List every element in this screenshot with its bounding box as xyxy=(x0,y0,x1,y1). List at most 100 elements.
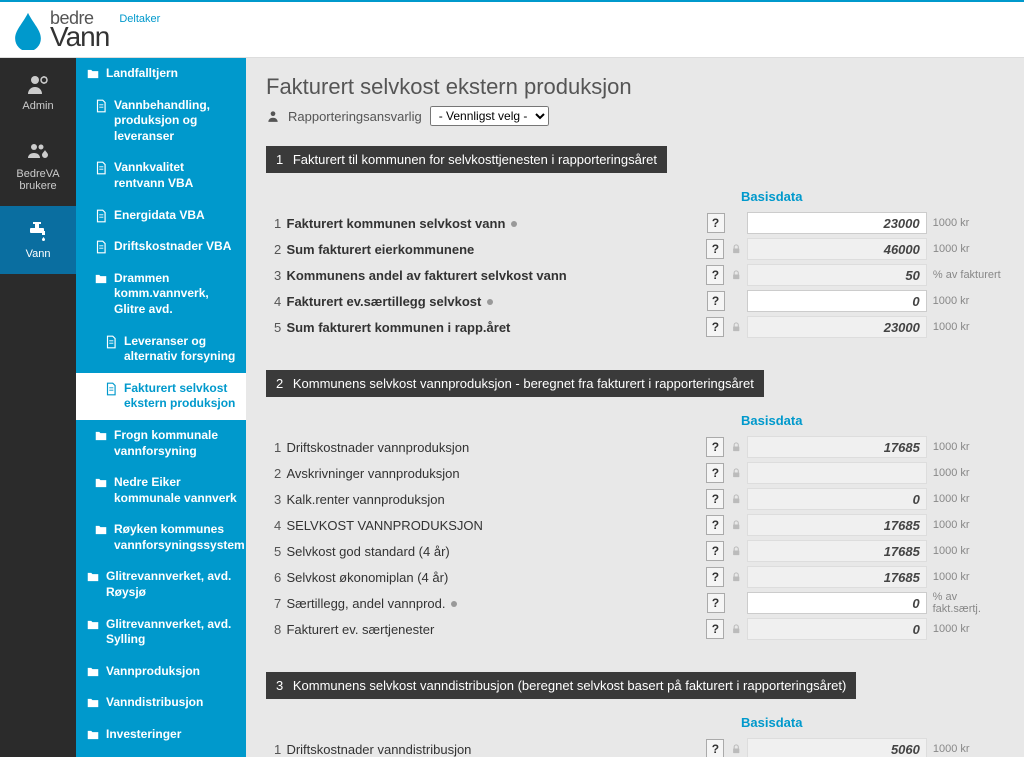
row-number: 4 xyxy=(274,294,287,309)
value-cell[interactable]: 23000 xyxy=(747,212,927,234)
tree-landfalltjern[interactable]: Landfalltjern xyxy=(76,58,246,90)
tree-frogn[interactable]: Frogn kommunale vannforsyning xyxy=(76,420,246,467)
help-button[interactable]: ? xyxy=(706,463,724,483)
row-label: Selvkost god standard (4 år) xyxy=(286,544,636,559)
help-button[interactable]: ? xyxy=(706,515,724,535)
data-row: 3Kommunens andel av fakturert selvkost v… xyxy=(274,262,1004,288)
row-number: 5 xyxy=(274,320,286,335)
value-cell: 5060 xyxy=(747,738,927,757)
value-cell[interactable]: 0 xyxy=(747,592,927,614)
section-3-header: 3 Kommunens selvkost vanndistribusjon (b… xyxy=(266,672,856,699)
row-label: Fakturert kommunen selvkost vann xyxy=(287,216,637,231)
help-button[interactable]: ? xyxy=(707,213,725,233)
unit-label: 1000 kr xyxy=(933,571,1004,583)
tree-vannbehandling[interactable]: Vannbehandling, produksjon og leveranser xyxy=(76,90,246,153)
help-button[interactable]: ? xyxy=(706,265,724,285)
help-button[interactable]: ? xyxy=(706,739,724,757)
unit-label: 1000 kr xyxy=(933,545,1004,557)
help-button[interactable]: ? xyxy=(706,541,724,561)
lock-icon xyxy=(730,570,742,584)
tree-okonomi[interactable]: Økonomi Selskapet xyxy=(76,751,246,757)
tree-vannkvalitet[interactable]: Vannkvalitet rentvann VBA xyxy=(76,152,246,199)
lock-icon xyxy=(730,492,742,506)
app-header: bedre Vann Deltaker xyxy=(0,2,1024,58)
tree-investeringer[interactable]: Investeringer xyxy=(76,719,246,751)
help-button[interactable]: ? xyxy=(707,593,725,613)
unit-label: 1000 kr xyxy=(933,743,1004,755)
tree-leveranser[interactable]: Leveranser og alternativ forsyning xyxy=(76,326,246,373)
value-cell[interactable]: 0 xyxy=(747,290,927,312)
nav-admin[interactable]: Admin xyxy=(0,58,76,126)
row-label: Sum fakturert kommunen i rapp.året xyxy=(286,320,636,335)
lock-icon xyxy=(730,440,742,454)
help-button[interactable]: ? xyxy=(706,489,724,509)
section-3: 3 Kommunens selvkost vanndistribusjon (b… xyxy=(266,672,1004,757)
basisdata-label: Basisdata xyxy=(741,715,1004,730)
water-drop-icon xyxy=(10,10,46,50)
help-button[interactable]: ? xyxy=(706,619,724,639)
lock-icon xyxy=(730,742,742,756)
tree-fakturert[interactable]: Fakturert selvkost ekstern produksjon xyxy=(76,373,246,420)
value-cell: 50 xyxy=(747,264,927,286)
data-row: 2Avskrivninger vannproduksjon? 1000 kr xyxy=(274,460,1004,486)
value-cell xyxy=(747,462,927,484)
nav-vann-label: Vann xyxy=(26,248,51,260)
row-number: 2 xyxy=(274,466,286,481)
unit-label: 1000 kr xyxy=(933,295,1004,307)
section-1-header: 1 Fakturert til kommunen for selvkosttje… xyxy=(266,146,667,173)
unit-label: 1000 kr xyxy=(933,467,1004,479)
data-row: 8Fakturert ev. særtjenester?01000 kr xyxy=(274,616,1004,642)
tree-glitre-sylling[interactable]: Glitrevannverket, avd. Sylling xyxy=(76,609,246,656)
unit-label: 1000 kr xyxy=(933,321,1004,333)
lock-icon xyxy=(730,466,742,480)
row-number: 8 xyxy=(274,622,286,637)
value-cell: 46000 xyxy=(747,238,927,260)
unit-label: 1000 kr xyxy=(933,623,1004,635)
section-1: 1 Fakturert til kommunen for selvkosttje… xyxy=(266,146,1004,340)
row-label: Kalk.renter vannproduksjon xyxy=(286,492,636,507)
row-number: 6 xyxy=(274,570,286,585)
tree-vannproduksjon[interactable]: Vannproduksjon xyxy=(76,656,246,688)
data-row: 2Sum fakturert eierkommunene?460001000 k… xyxy=(274,236,1004,262)
info-icon[interactable] xyxy=(451,601,457,607)
info-icon[interactable] xyxy=(511,221,517,227)
section-2: 2 Kommunens selvkost vannproduksjon - be… xyxy=(266,370,1004,642)
tree-glitre-roysjo[interactable]: Glitrevannverket, avd. Røysjø xyxy=(76,561,246,608)
help-button[interactable]: ? xyxy=(706,239,724,259)
row-label: Driftskostnader vannproduksjon xyxy=(286,440,636,455)
tree-nedre-eiker[interactable]: Nedre Eiker kommunale vannverk xyxy=(76,467,246,514)
help-button[interactable]: ? xyxy=(706,437,724,457)
row-number: 1 xyxy=(274,216,287,231)
nav-bedreva-brukere[interactable]: BedreVA brukere xyxy=(0,126,76,206)
data-row: 1Driftskostnader vannproduksjon?17685100… xyxy=(274,434,1004,460)
row-number: 2 xyxy=(274,242,286,257)
page-title: Fakturert selvkost ekstern produksjon xyxy=(266,74,1004,100)
sidebar-tree[interactable]: Landfalltjern Vannbehandling, produksjon… xyxy=(76,58,246,757)
tree-driftskostnader[interactable]: Driftskostnader VBA xyxy=(76,231,246,263)
info-icon[interactable] xyxy=(487,299,493,305)
row-number: 1 xyxy=(274,742,286,757)
help-button[interactable]: ? xyxy=(707,291,725,311)
unit-label: % av fakt.særtj. xyxy=(933,591,1004,615)
data-row: 7Særtillegg, andel vannprod. ?0% av fakt… xyxy=(274,590,1004,616)
unit-label: 1000 kr xyxy=(933,493,1004,505)
logo-deltaker: Deltaker xyxy=(119,13,160,25)
tree-royken[interactable]: Røyken kommunes vannforsyningssystem xyxy=(76,514,246,561)
tree-drammen[interactable]: Drammen komm.vannverk, Glitre avd. xyxy=(76,263,246,326)
nav-vann[interactable]: Vann xyxy=(0,206,76,274)
lock-icon xyxy=(730,320,742,334)
tree-energidata[interactable]: Energidata VBA xyxy=(76,200,246,232)
help-button[interactable]: ? xyxy=(706,567,724,587)
row-number: 3 xyxy=(274,492,286,507)
tree-vanndistribusjon[interactable]: Vanndistribusjon xyxy=(76,687,246,719)
data-row: 3Kalk.renter vannproduksjon?01000 kr xyxy=(274,486,1004,512)
row-label: Sum fakturert eierkommunene xyxy=(286,242,636,257)
row-number: 7 xyxy=(274,596,287,611)
row-label: Driftskostnader vanndistribusjon xyxy=(286,742,636,757)
row-label: Avskrivninger vannproduksjon xyxy=(286,466,636,481)
basisdata-label: Basisdata xyxy=(741,189,1004,204)
lock-icon xyxy=(730,268,742,282)
help-button[interactable]: ? xyxy=(706,317,724,337)
responsible-select[interactable]: - Vennligst velg - xyxy=(430,106,549,126)
users-drop-icon xyxy=(25,140,51,164)
